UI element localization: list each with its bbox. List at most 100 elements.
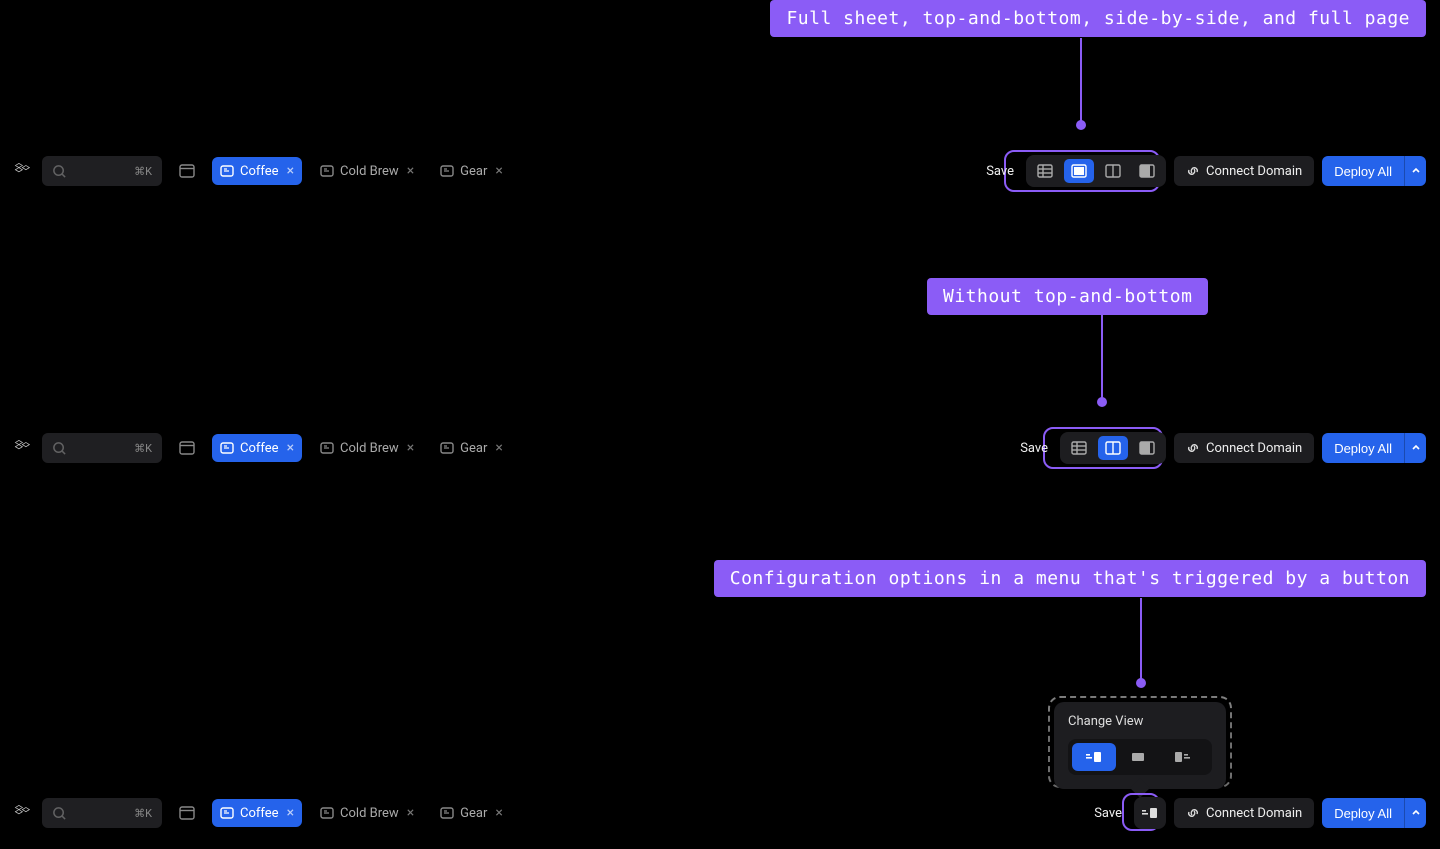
tab-icon xyxy=(320,806,334,820)
view-switcher xyxy=(1026,155,1166,187)
callout-label: Configuration options in a menu that's t… xyxy=(714,560,1426,597)
view-full-sheet-button[interactable] xyxy=(1064,436,1094,460)
save-button[interactable]: Save xyxy=(1094,806,1122,821)
popover-view-option-1[interactable] xyxy=(1072,743,1116,771)
tab-coffee[interactable]: Coffee × xyxy=(212,157,302,185)
search-input[interactable]: ⌘K xyxy=(42,798,162,828)
tab-cold-brew[interactable]: Cold Brew × xyxy=(312,157,422,185)
connect-domain-button[interactable]: Connect Domain xyxy=(1174,156,1314,186)
tab-gear[interactable]: Gear × xyxy=(432,434,511,462)
save-button[interactable]: Save xyxy=(1020,441,1048,456)
link-icon xyxy=(1186,806,1200,820)
connect-domain-button[interactable]: Connect Domain xyxy=(1174,798,1314,828)
tab-bar: Coffee × Cold Brew × Gear × xyxy=(212,157,511,185)
tab-coffee[interactable]: Coffee× xyxy=(212,434,302,462)
view-full-sheet-button[interactable] xyxy=(1030,159,1060,183)
chevron-up-icon xyxy=(1410,807,1422,819)
view-full-page-button[interactable] xyxy=(1132,436,1162,460)
search-icon xyxy=(52,806,67,821)
deploy-all-button[interactable]: Deploy All xyxy=(1322,156,1404,186)
tab-icon xyxy=(440,164,454,178)
close-icon[interactable]: × xyxy=(287,805,294,821)
tab-label: Cold Brew xyxy=(340,441,399,456)
panel-toggle-button[interactable] xyxy=(172,798,202,828)
tab-label: Coffee xyxy=(240,164,279,179)
popover-title: Change View xyxy=(1068,714,1212,729)
logo-icon xyxy=(14,439,32,457)
connect-domain-button[interactable]: Connect Domain xyxy=(1174,433,1314,463)
close-icon[interactable]: × xyxy=(495,163,502,179)
link-icon xyxy=(1186,164,1200,178)
tab-label: Gear xyxy=(460,806,487,821)
tab-icon xyxy=(220,806,234,820)
deploy-menu-caret[interactable] xyxy=(1404,156,1426,186)
link-icon xyxy=(1186,441,1200,455)
tab-label: Cold Brew xyxy=(340,164,399,179)
connect-label: Connect Domain xyxy=(1206,441,1302,456)
search-input[interactable]: ⌘K xyxy=(42,156,162,186)
popover-view-options xyxy=(1068,739,1212,775)
deploy-all-button[interactable]: Deploy All xyxy=(1322,798,1404,828)
tab-icon xyxy=(220,441,234,455)
connect-label: Connect Domain xyxy=(1206,806,1302,821)
tab-icon xyxy=(220,164,234,178)
deploy-menu-caret[interactable] xyxy=(1404,798,1426,828)
close-icon[interactable]: × xyxy=(407,440,414,456)
callout-connector xyxy=(1101,315,1103,402)
popover-view-option-2[interactable] xyxy=(1116,743,1160,771)
close-icon[interactable]: × xyxy=(407,805,414,821)
toolbar-variant-3: ⌘K Coffee × Cold Brew × Gear × Save Connect… xyxy=(0,797,1440,829)
toolbar-variant-2: ⌘K Coffee× Cold Brew × Gear × Save Connect… xyxy=(0,432,1440,464)
close-icon[interactable]: × xyxy=(495,805,502,821)
deploy-all-button[interactable]: Deploy All xyxy=(1322,433,1404,463)
search-shortcut: ⌘K xyxy=(134,165,152,178)
view-top-bottom-button[interactable] xyxy=(1064,159,1094,183)
connect-label: Connect Domain xyxy=(1206,164,1302,179)
deploy-menu-caret[interactable] xyxy=(1404,433,1426,463)
tab-icon xyxy=(440,441,454,455)
deploy-split-button: Deploy All xyxy=(1322,798,1426,828)
tab-cold-brew[interactable]: Cold Brew × xyxy=(312,799,422,827)
tab-gear[interactable]: Gear × xyxy=(432,799,511,827)
popover-view-option-3[interactable] xyxy=(1160,743,1204,771)
toolbar-variant-1: ⌘K Coffee × Cold Brew × Gear × Save Connect… xyxy=(0,155,1440,187)
close-icon[interactable]: × xyxy=(495,440,502,456)
chevron-up-icon xyxy=(1410,442,1422,454)
deploy-split-button: Deploy All xyxy=(1322,156,1426,186)
tab-icon xyxy=(320,164,334,178)
search-icon xyxy=(52,164,67,179)
view-side-by-side-button[interactable] xyxy=(1098,436,1128,460)
panel-toggle-button[interactable] xyxy=(172,156,202,186)
close-icon[interactable]: × xyxy=(287,440,294,456)
view-full-page-button[interactable] xyxy=(1132,159,1162,183)
search-shortcut: ⌘K xyxy=(134,807,152,820)
tab-label: Coffee xyxy=(240,806,279,821)
search-icon xyxy=(52,441,67,456)
callout-label: Without top-and-bottom xyxy=(927,278,1208,315)
tab-cold-brew[interactable]: Cold Brew × xyxy=(312,434,422,462)
logo-icon xyxy=(14,804,32,822)
chevron-up-icon xyxy=(1410,165,1422,177)
tab-bar: Coffee × Cold Brew × Gear × xyxy=(212,799,511,827)
tab-gear[interactable]: Gear × xyxy=(432,157,511,185)
change-view-popover: Change View xyxy=(1054,702,1226,789)
view-switcher xyxy=(1060,432,1166,464)
tab-label: Gear xyxy=(460,441,487,456)
close-icon[interactable]: × xyxy=(287,163,294,179)
logo-icon xyxy=(14,162,32,180)
deploy-split-button: Deploy All xyxy=(1322,433,1426,463)
tab-label: Cold Brew xyxy=(340,806,399,821)
callout-connector xyxy=(1080,38,1082,125)
tab-bar: Coffee× Cold Brew × Gear × xyxy=(212,434,511,462)
callout-connector xyxy=(1140,598,1142,680)
search-input[interactable]: ⌘K xyxy=(42,433,162,463)
close-icon[interactable]: × xyxy=(407,163,414,179)
tab-label: Gear xyxy=(460,164,487,179)
view-menu-button[interactable] xyxy=(1134,797,1166,829)
callout-label: Full sheet, top-and-bottom, side-by-side… xyxy=(770,0,1426,37)
tab-coffee[interactable]: Coffee × xyxy=(212,799,302,827)
save-button[interactable]: Save xyxy=(986,164,1014,179)
callout-dot xyxy=(1076,120,1086,130)
view-side-by-side-button[interactable] xyxy=(1098,159,1128,183)
panel-toggle-button[interactable] xyxy=(172,433,202,463)
